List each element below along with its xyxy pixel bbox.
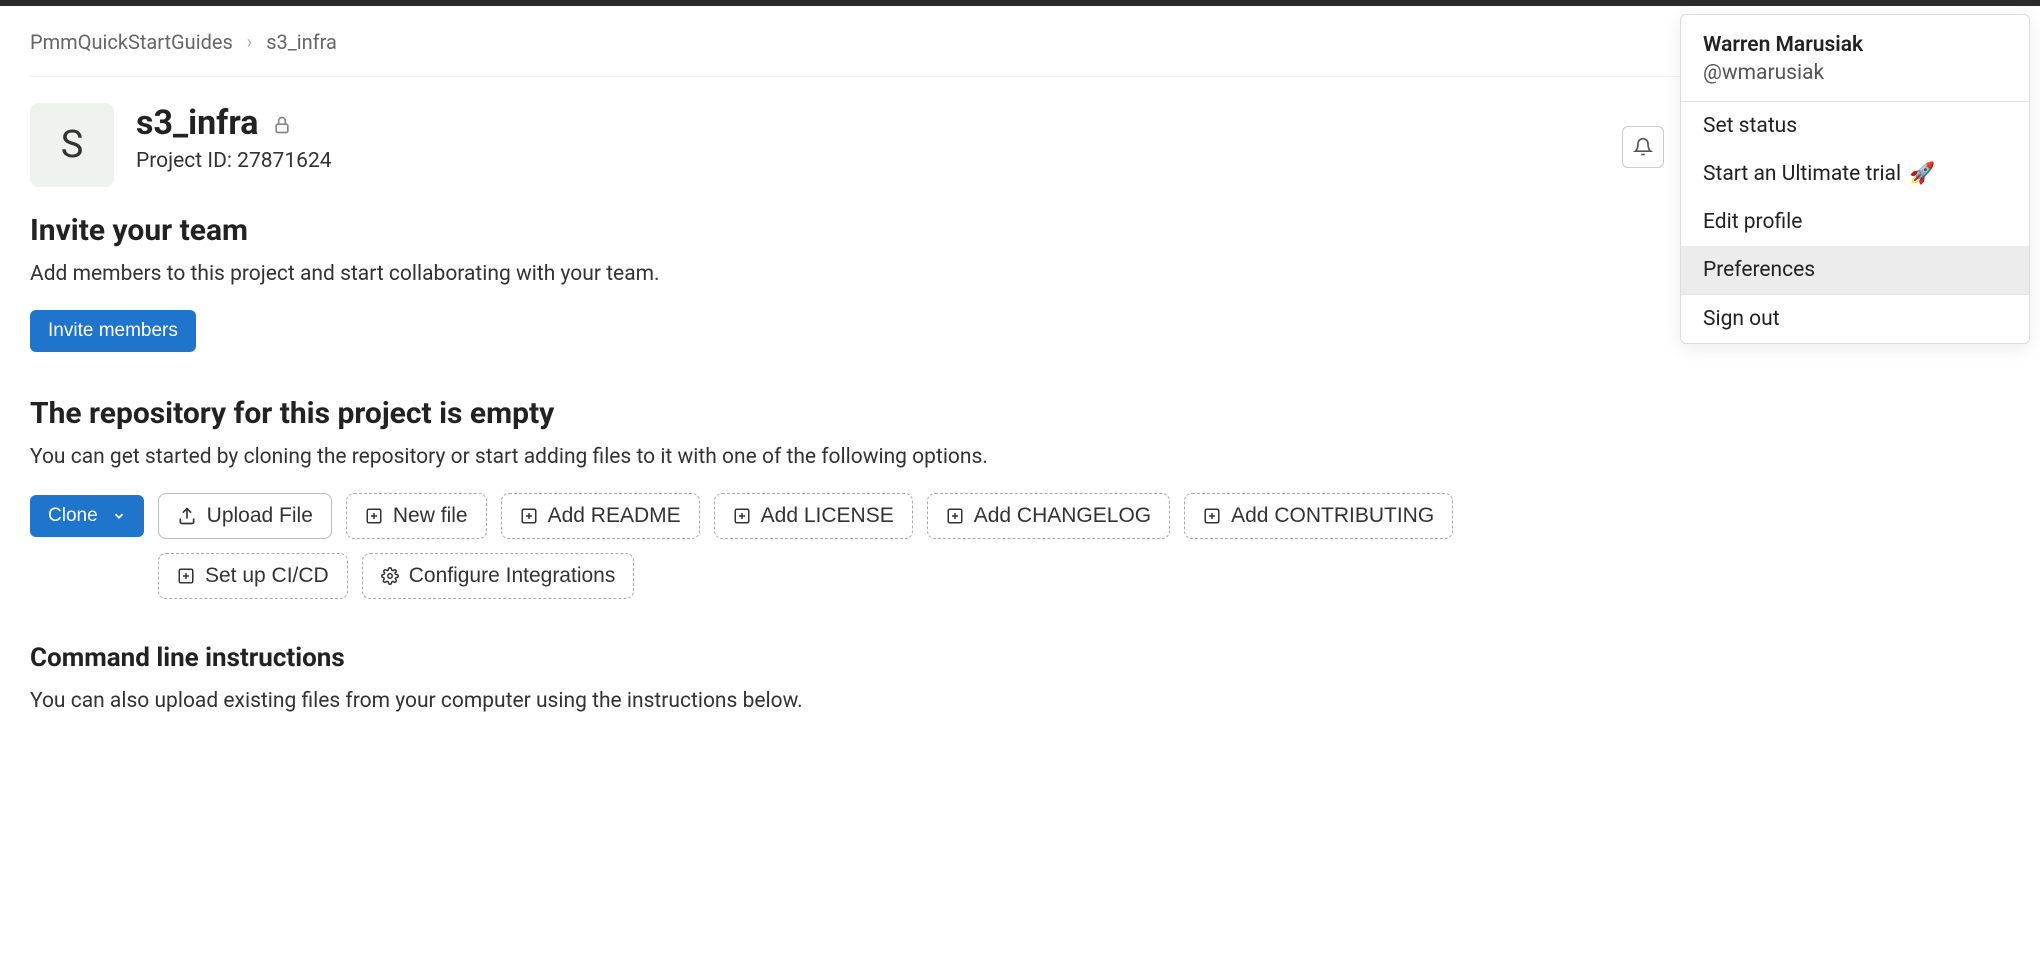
new-file-label: New file [393, 504, 468, 528]
add-contributing-label: Add CONTRIBUTING [1231, 504, 1434, 528]
cli-heading: Command line instructions [30, 643, 2010, 673]
configure-integrations-label: Configure Integrations [409, 564, 616, 588]
empty-repo-heading: The repository for this project is empty [30, 396, 2010, 431]
gear-icon [381, 567, 399, 585]
menu-item-edit-profile[interactable]: Edit profile [1681, 198, 2029, 246]
setup-cicd-button[interactable]: Set up CI/CD [158, 553, 348, 599]
plus-square-icon [733, 507, 751, 525]
add-license-button[interactable]: Add LICENSE [714, 493, 913, 539]
add-license-label: Add LICENSE [761, 504, 894, 528]
menu-item-ultimate-trial[interactable]: Start an Ultimate trial 🚀 [1681, 150, 2029, 198]
dropdown-user-name: Warren Marusiak [1703, 33, 2007, 57]
invite-members-button[interactable]: Invite members [30, 310, 196, 352]
chevron-down-icon [112, 509, 126, 523]
configure-integrations-button[interactable]: Configure Integrations [362, 553, 635, 599]
cli-subtext: You can also upload existing files from … [30, 689, 2010, 713]
add-readme-label: Add README [548, 504, 681, 528]
new-file-button[interactable]: New file [346, 493, 487, 539]
project-title: s3_infra [136, 103, 258, 143]
bell-icon [1633, 137, 1653, 157]
add-contributing-button[interactable]: Add CONTRIBUTING [1184, 493, 1453, 539]
plus-square-icon [365, 507, 383, 525]
invite-members-label: Invite members [48, 320, 178, 342]
plus-square-icon [946, 507, 964, 525]
ultimate-trial-label: Start an Ultimate trial [1703, 162, 1901, 186]
empty-repo-subtext: You can get started by cloning the repos… [30, 445, 2010, 469]
upload-icon [177, 506, 197, 526]
lock-icon [272, 111, 292, 135]
clone-button[interactable]: Clone [30, 495, 144, 537]
preferences-label: Preferences [1703, 258, 1815, 282]
setup-cicd-label: Set up CI/CD [205, 564, 329, 588]
breadcrumb-group-link[interactable]: PmmQuickStartGuides [30, 30, 233, 54]
edit-profile-label: Edit profile [1703, 210, 1802, 234]
breadcrumb-separator: › [247, 32, 252, 53]
plus-square-icon [520, 507, 538, 525]
cli-section: Command line instructions You can also u… [30, 643, 2010, 713]
sign-out-label: Sign out [1703, 307, 1780, 331]
project-avatar: S [30, 103, 114, 187]
action-row-1: Clone Upload File [30, 493, 2010, 539]
set-status-label: Set status [1703, 114, 1797, 138]
menu-item-set-status[interactable]: Set status [1681, 102, 2029, 150]
add-readme-button[interactable]: Add README [501, 493, 700, 539]
clone-label: Clone [48, 505, 98, 527]
dropdown-user-handle: @wmarusiak [1703, 61, 2007, 85]
plus-square-icon [177, 567, 195, 585]
rocket-icon: 🚀 [1909, 162, 1935, 186]
notification-button[interactable] [1622, 126, 1664, 168]
empty-repo-section: The repository for this project is empty… [30, 396, 2010, 599]
breadcrumb-project-link[interactable]: s3_infra [266, 30, 337, 54]
main-container: PmmQuickStartGuides › s3_infra S s3_infr… [0, 6, 2040, 797]
upload-file-button[interactable]: Upload File [158, 493, 332, 539]
project-id: Project ID: 27871624 [136, 149, 332, 173]
project-title-block: s3_infra Project ID: 27871624 [136, 103, 332, 173]
add-changelog-label: Add CHANGELOG [974, 504, 1151, 528]
dropdown-header: Warren Marusiak @wmarusiak [1681, 15, 2029, 101]
menu-item-preferences[interactable]: Preferences [1681, 246, 2029, 294]
action-row-2: Set up CI/CD Configure Integrations [30, 553, 2010, 599]
plus-square-icon [1203, 507, 1221, 525]
project-title-row: s3_infra [136, 103, 332, 143]
upload-file-label: Upload File [207, 504, 313, 528]
menu-item-sign-out[interactable]: Sign out [1681, 295, 2029, 343]
add-changelog-button[interactable]: Add CHANGELOG [927, 493, 1170, 539]
user-dropdown: Warren Marusiak @wmarusiak Set status St… [1680, 14, 2030, 344]
